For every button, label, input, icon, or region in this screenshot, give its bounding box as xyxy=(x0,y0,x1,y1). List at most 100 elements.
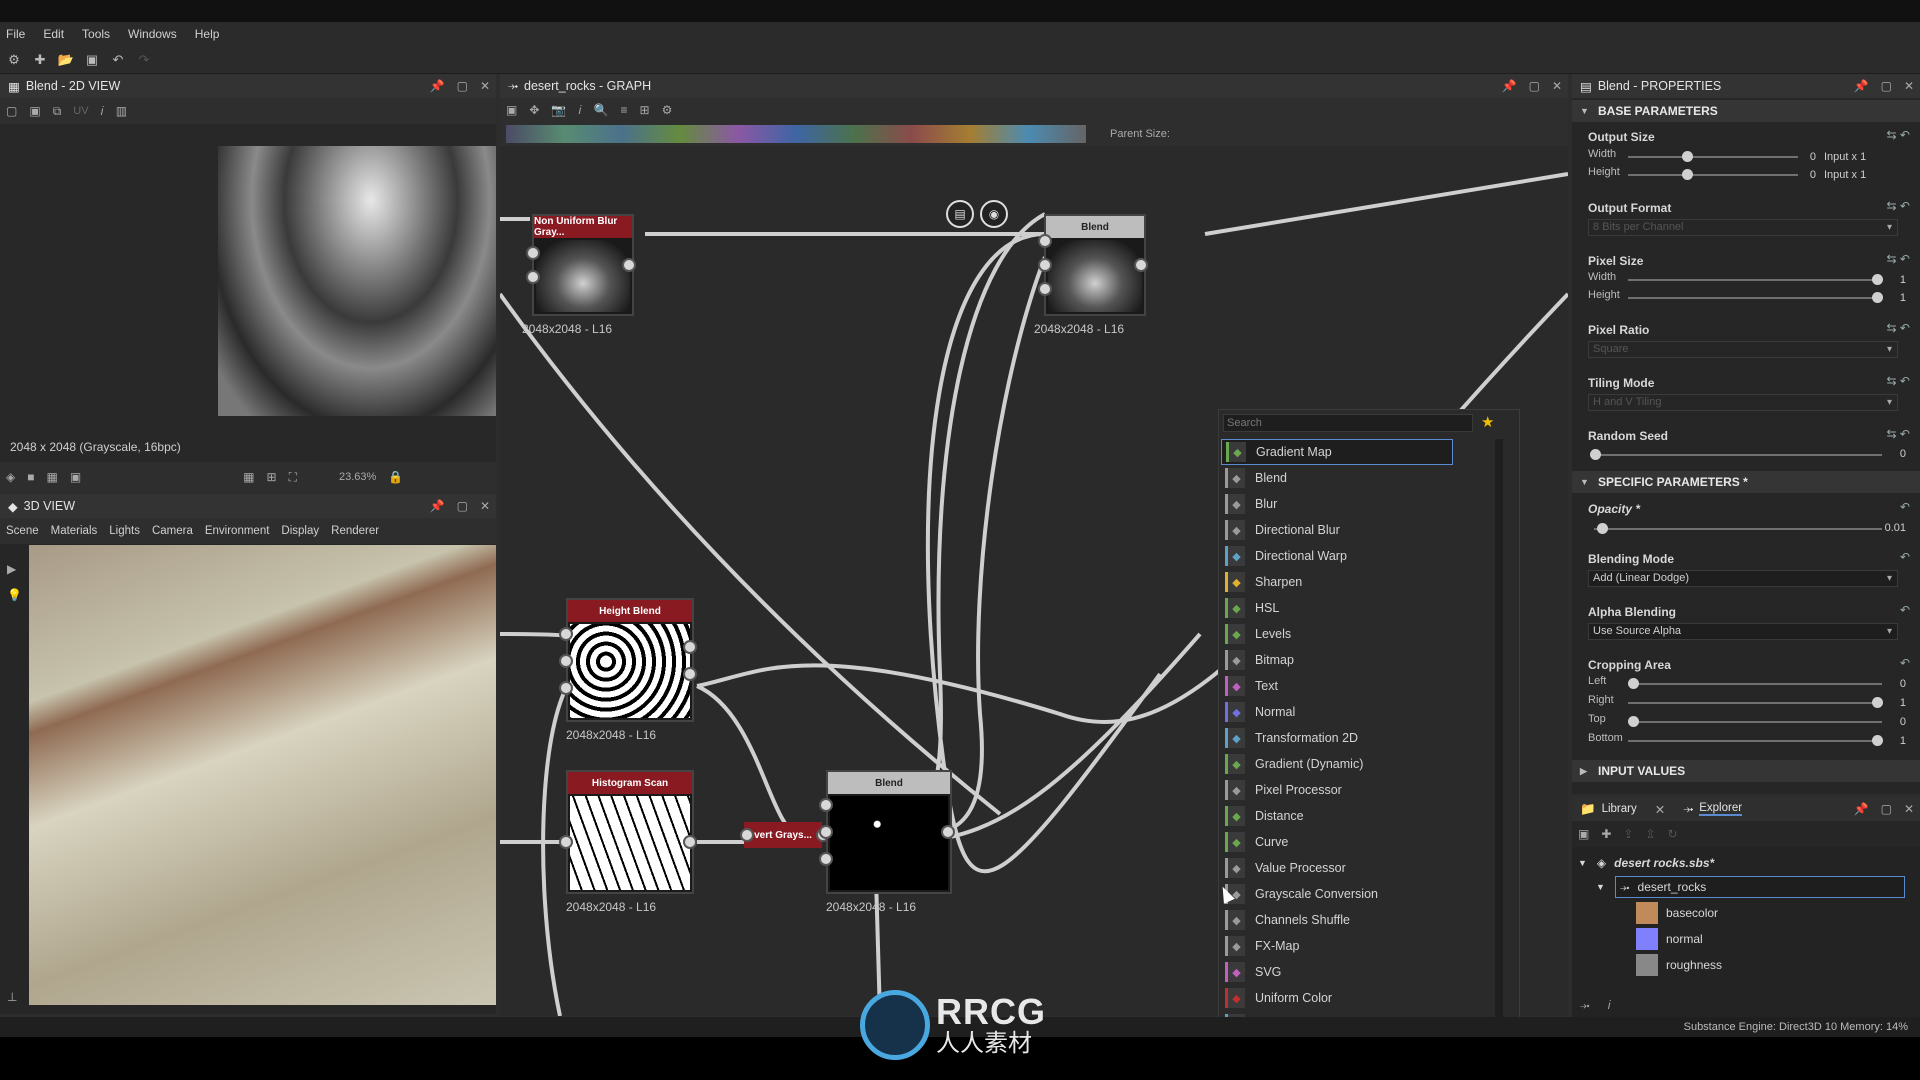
screenshot-icon[interactable]: 📷 xyxy=(551,103,566,117)
opacity-slider[interactable] xyxy=(1594,528,1882,530)
menu-renderer[interactable]: Renderer xyxy=(331,525,379,537)
parameter-link-icon[interactable]: ⇆ ↶ xyxy=(1887,128,1910,142)
output-pin[interactable] xyxy=(683,640,697,654)
slider-knob[interactable] xyxy=(1682,151,1693,162)
parameter-link-icon[interactable]: ⇆ ↶ xyxy=(1887,374,1910,388)
width-slider[interactable] xyxy=(1628,156,1798,158)
checker-icon[interactable]: ▦ xyxy=(46,470,57,484)
pin-icon[interactable]: 📌 xyxy=(1854,79,1869,93)
favorites-star-icon[interactable]: ★ xyxy=(1481,413,1494,431)
opacity-value[interactable]: 0.01 xyxy=(1862,522,1906,534)
menu-lights[interactable]: Lights xyxy=(109,525,140,537)
reset-icon[interactable]: ↶ xyxy=(1900,550,1910,564)
width-unit[interactable]: Input x 1 xyxy=(1824,151,1866,163)
tree-icon[interactable]: ⤞ xyxy=(1580,998,1590,1013)
width-value[interactable]: 0 xyxy=(1792,151,1816,163)
new-graph-icon[interactable]: ✚ xyxy=(32,52,48,68)
frame-icon[interactable]: ▣ xyxy=(506,103,517,117)
parameter-link-icon[interactable]: ⇆ ↶ xyxy=(1887,252,1910,266)
maximize-icon[interactable]: ▢ xyxy=(1529,79,1540,93)
output-row[interactable]: roughness xyxy=(1572,953,1920,977)
maximize-icon[interactable]: ▢ xyxy=(457,499,468,513)
crop-bottom-value[interactable]: 1 xyxy=(1872,735,1906,747)
info-icon[interactable]: 𝑖 xyxy=(101,104,104,119)
tiling-mode-dropdown[interactable]: H and V Tiling xyxy=(1588,394,1898,411)
input-values-section[interactable]: ▶ INPUT VALUES xyxy=(1572,760,1920,782)
input-pin[interactable] xyxy=(1038,258,1052,272)
slider-knob[interactable] xyxy=(1590,449,1601,460)
reset-icon[interactable]: ↶ xyxy=(1900,603,1910,617)
pin-icon[interactable]: 📌 xyxy=(1502,79,1517,93)
fit-view-icon[interactable]: ⛶ xyxy=(289,470,297,485)
node-list-item[interactable]: ◆ Grayscale Conversion xyxy=(1221,881,1493,907)
slider-knob[interactable] xyxy=(1596,523,1608,534)
uv-toggle[interactable]: UV xyxy=(73,105,88,117)
node-list-item[interactable]: ◆ Directional Blur xyxy=(1221,517,1493,543)
search-input[interactable]: Search xyxy=(1223,414,1473,432)
maximize-icon[interactable]: ▢ xyxy=(1881,79,1892,93)
crop-top-value[interactable]: 0 xyxy=(1872,716,1906,728)
menu-windows[interactable]: Windows xyxy=(128,27,177,41)
tiling-icon[interactable]: ⊞ xyxy=(267,470,277,484)
node-list-item[interactable]: ◆ Text xyxy=(1221,673,1493,699)
node-list-item[interactable]: ◆ Channels Shuffle xyxy=(1221,907,1493,933)
menu-camera[interactable]: Camera xyxy=(152,525,193,537)
graph-row[interactable]: ▼ ⤞ desert_rocks xyxy=(1572,875,1920,899)
node-list-item[interactable]: ◆ Transformation 2D xyxy=(1221,725,1493,751)
close-icon[interactable]: ✕ xyxy=(480,79,490,93)
parameter-link-icon[interactable]: ⇆ ↶ xyxy=(1887,427,1910,441)
layers-icon[interactable]: ◈ xyxy=(6,470,15,484)
redo-icon[interactable]: ↷ xyxy=(136,52,152,68)
new-icon[interactable]: ✚ xyxy=(1601,827,1611,841)
menu-environment[interactable]: Environment xyxy=(205,525,270,537)
pixel-ratio-dropdown[interactable]: Square xyxy=(1588,341,1898,358)
output-format-dropdown[interactable]: 8 Bits per Channel xyxy=(1588,219,1898,236)
crop-left-value[interactable]: 0 xyxy=(1872,678,1906,690)
input-pin[interactable] xyxy=(559,681,573,695)
new-package-icon[interactable]: ⚙ xyxy=(6,52,22,68)
pin-icon[interactable]: 📌 xyxy=(430,79,445,93)
input-pin[interactable] xyxy=(740,828,754,842)
close-icon[interactable]: ✕ xyxy=(1655,802,1665,817)
reload-icon[interactable]: ↻ xyxy=(1668,827,1678,841)
menu-help[interactable]: Help xyxy=(195,27,220,41)
specific-parameters-section[interactable]: ▼ SPECIFIC PARAMETERS * xyxy=(1572,471,1920,493)
camera-icon[interactable]: ▶ xyxy=(7,562,16,576)
fit-icon[interactable]: ▢ xyxy=(6,104,17,118)
pixel-width-value[interactable]: 1 xyxy=(1872,274,1906,286)
search-icon[interactable]: 🔍 xyxy=(594,103,609,117)
center-icon[interactable]: ✥ xyxy=(529,103,539,117)
close-icon[interactable]: ✕ xyxy=(1904,802,1914,816)
publish-icon[interactable]: ⇪ xyxy=(1623,827,1633,841)
expand-icon[interactable]: ▼ xyxy=(1578,858,1587,868)
info-icon[interactable]: 𝑖 xyxy=(578,103,581,118)
node-list-item[interactable]: ◆ Uniform Color xyxy=(1221,985,1493,1011)
node-list-item[interactable]: ◆ Gradient (Dynamic) xyxy=(1221,751,1493,777)
black-bg-icon[interactable]: ■ xyxy=(27,470,34,484)
height-value[interactable]: 0 xyxy=(1792,169,1816,181)
node-list-item[interactable]: ◆ Normal xyxy=(1221,699,1493,725)
base-parameters-section[interactable]: ▼ BASE PARAMETERS xyxy=(1572,100,1920,122)
align-icon[interactable]: ≡ xyxy=(620,103,627,117)
image-icon[interactable]: ▣ xyxy=(70,470,81,484)
input-pin[interactable] xyxy=(559,835,573,849)
pixel-height-value[interactable]: 1 xyxy=(1872,292,1906,304)
node-list-item[interactable]: ◆ Gradient Map xyxy=(1221,439,1453,465)
close-icon[interactable]: ✕ xyxy=(1552,79,1562,93)
node-list-item[interactable]: ◆ Pixel Processor xyxy=(1221,777,1493,803)
menu-edit[interactable]: Edit xyxy=(43,27,64,41)
expand-icon[interactable]: ▼ xyxy=(1596,882,1605,892)
node-blend-bottom[interactable]: Blend xyxy=(826,770,952,894)
maximize-icon[interactable]: ▢ xyxy=(1881,802,1892,816)
input-pin[interactable] xyxy=(1038,282,1052,296)
view-2d-canvas[interactable]: 2048 x 2048 (Grayscale, 16bpc) xyxy=(0,124,496,462)
save-icon[interactable]: ▣ xyxy=(84,52,100,68)
input-pin[interactable] xyxy=(819,825,833,839)
parameter-link-icon[interactable]: ⇆ ↶ xyxy=(1887,321,1910,335)
pixel-width-slider[interactable] xyxy=(1628,279,1882,281)
output-pin[interactable] xyxy=(683,835,697,849)
zoom-level[interactable]: 23.63% xyxy=(339,471,376,483)
menu-materials[interactable]: Materials xyxy=(51,525,98,537)
output-pin[interactable] xyxy=(683,667,697,681)
export-icon[interactable]: ⇫ xyxy=(1645,827,1655,841)
